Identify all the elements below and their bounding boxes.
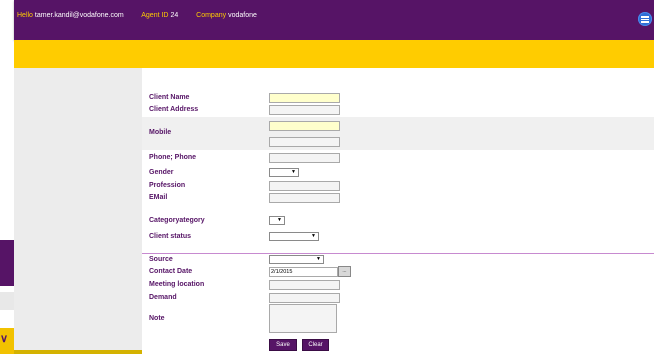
phone-label: Phone; Phone (149, 154, 197, 161)
company-value: vodafone (228, 12, 257, 19)
background-window-fragment: ∨ (0, 240, 14, 354)
fragment-gray-block (0, 292, 14, 310)
client-name-input[interactable] (269, 93, 340, 103)
chevron-down-icon[interactable]: ∨ (0, 332, 8, 345)
agent-id-value: 24 (170, 12, 179, 19)
meeting-location-input[interactable] (269, 280, 340, 290)
profession-input[interactable] (269, 181, 340, 191)
top-header-bar: Hello tamer.kandil@vodafone.com Agent ID… (14, 0, 654, 40)
source-select[interactable]: ▼ (269, 255, 324, 264)
client-status-select[interactable]: ▼ (269, 232, 319, 241)
clear-button[interactable]: Clear (302, 339, 329, 351)
category-label: Categoryategory (149, 217, 205, 224)
demand-input[interactable] (269, 293, 340, 303)
section-divider (142, 253, 654, 254)
hamburger-menu-icon[interactable] (638, 12, 652, 26)
hello-label: Hello (17, 12, 33, 19)
mobile-label: Mobile (149, 129, 172, 136)
client-status-label: Client status (149, 233, 192, 240)
mobile-input-2[interactable] (269, 137, 340, 147)
date-picker-button[interactable]: ... (338, 266, 351, 277)
client-address-input[interactable] (269, 105, 340, 115)
client-name-label: Client Name (149, 94, 190, 101)
source-label: Source (149, 256, 173, 263)
agent-id-label: Agent ID (141, 12, 169, 19)
profession-label: Profession (149, 182, 186, 189)
phone-input[interactable] (269, 153, 340, 163)
email-input[interactable] (269, 193, 340, 203)
contact-date-label: Contact Date (149, 268, 193, 275)
gender-label: Gender (149, 169, 174, 176)
mobile-section (142, 117, 654, 150)
email-label: EMail (149, 194, 168, 201)
gender-select[interactable]: ▼ (269, 168, 299, 177)
fragment-purple-block (0, 240, 14, 286)
meeting-location-label: Meeting location (149, 281, 205, 288)
user-email: tamer.kandil@vodafone.com (34, 12, 124, 19)
company-label: Company (196, 12, 227, 19)
contact-date-input[interactable]: 2/1/2015 (269, 267, 338, 277)
demand-label: Demand (149, 294, 177, 301)
mobile-input-1[interactable] (269, 121, 340, 131)
side-panel (14, 68, 142, 350)
note-textarea[interactable] (269, 304, 337, 333)
note-label: Note (149, 315, 165, 322)
client-address-label: Client Address (149, 106, 199, 113)
yellow-banner (14, 40, 654, 68)
user-info: Hello tamer.kandil@vodafone.com Agent ID… (17, 12, 257, 19)
category-select[interactable]: ▼ (269, 216, 285, 225)
client-form: Client Name Client Address Mobile Phone;… (142, 68, 654, 354)
save-button[interactable]: Save (269, 339, 297, 351)
